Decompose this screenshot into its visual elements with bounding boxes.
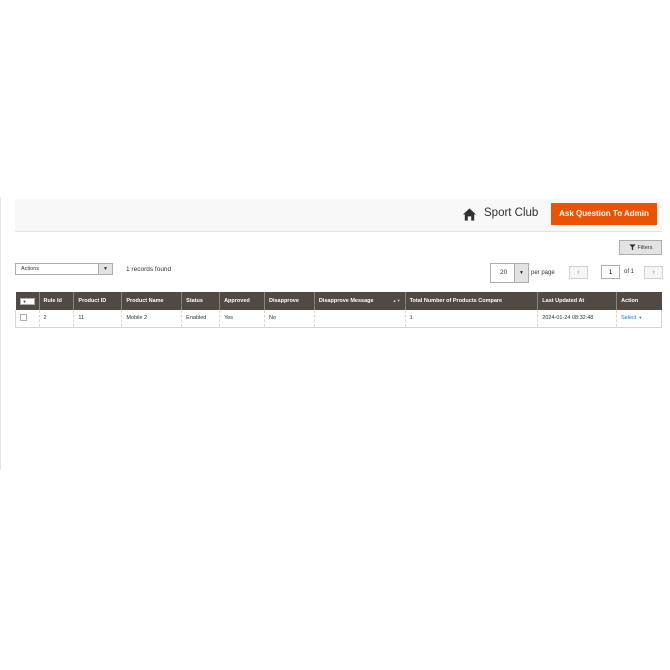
page-total: of 1 [624,269,635,275]
table-row: 2 11 Mobile 2 Enabled Yes No 1 2024-01-2… [15,310,662,328]
column-product-id[interactable]: Product ID [73,292,123,310]
previous-page-button[interactable]: ‹ [569,266,588,279]
cell-last-updated: 2024-01-24 08:32:48 [537,310,618,328]
store-name: Sport Club [484,207,539,219]
column-rule-id[interactable]: Rule Id [39,292,75,310]
row-action-select[interactable]: Select ▼ [621,315,642,321]
column-last-updated[interactable]: Last Updated At [537,292,618,310]
cell-total-compare: 1 [405,310,539,328]
cell-product-id: 11 [73,310,123,328]
rules-grid: ▼ Rule Id Product ID Product Name Status… [15,292,662,328]
per-page-value: 20 [500,269,508,276]
mass-select-header[interactable]: ▼ [15,292,40,310]
row-select-cell [15,310,40,328]
ask-question-button[interactable]: Ask Question To Admin [551,203,657,225]
cell-action: Select ▼ [616,310,662,328]
chevron-left-icon: ‹ [577,269,580,276]
column-disapprove[interactable]: Disapprove [264,292,315,310]
chevron-right-icon: › [652,269,655,276]
column-disapprove-message[interactable]: Disapprove Message ▲▼ [314,292,406,310]
row-checkbox[interactable] [20,313,27,321]
page-header: Sport Club Ask Question To Admin [15,199,662,232]
chevron-down-icon: ▼ [98,264,112,274]
sort-icon[interactable]: ▲▼ [393,298,401,303]
chevron-down-icon[interactable]: ▼ [514,264,528,282]
funnel-icon [628,244,636,251]
column-product-name[interactable]: Product Name [121,292,183,310]
cell-disapprove-message [314,310,406,328]
current-page-input[interactable] [601,265,620,279]
row-action-label: Select [621,315,637,322]
cell-rule-id: 2 [39,310,75,328]
column-total-compare[interactable]: Total Number of Products Compare [405,292,539,310]
cell-approved: Yes [219,310,265,328]
cell-disapprove: No [264,310,315,328]
cell-product-name: Mobile 2 [121,310,183,328]
column-disapprove-message-label: Disapprove Message [318,298,374,304]
column-approved[interactable]: Approved [219,292,265,310]
next-page-button[interactable]: › [644,266,663,279]
per-page-select[interactable]: 20 ▼ [490,263,529,283]
column-action: Action [616,292,662,310]
page-left-border [0,197,1,470]
chevron-down-icon: ▼ [22,298,27,304]
filters-button[interactable]: Filters [619,240,662,255]
grid-header-row: ▼ Rule Id Product ID Product Name Status… [15,292,662,310]
actions-dropdown[interactable]: Actions ▼ [15,263,113,275]
home-icon[interactable] [462,207,477,222]
per-page-label: per page [531,270,555,276]
mass-select-checkbox[interactable]: ▼ [19,297,35,305]
cell-status: Enabled [181,310,221,328]
records-found: 1 records found [126,266,172,273]
column-status[interactable]: Status [181,292,221,310]
chevron-down-icon: ▼ [638,315,643,321]
filters-label: Filters [637,244,653,251]
actions-label: Actions [21,266,40,272]
